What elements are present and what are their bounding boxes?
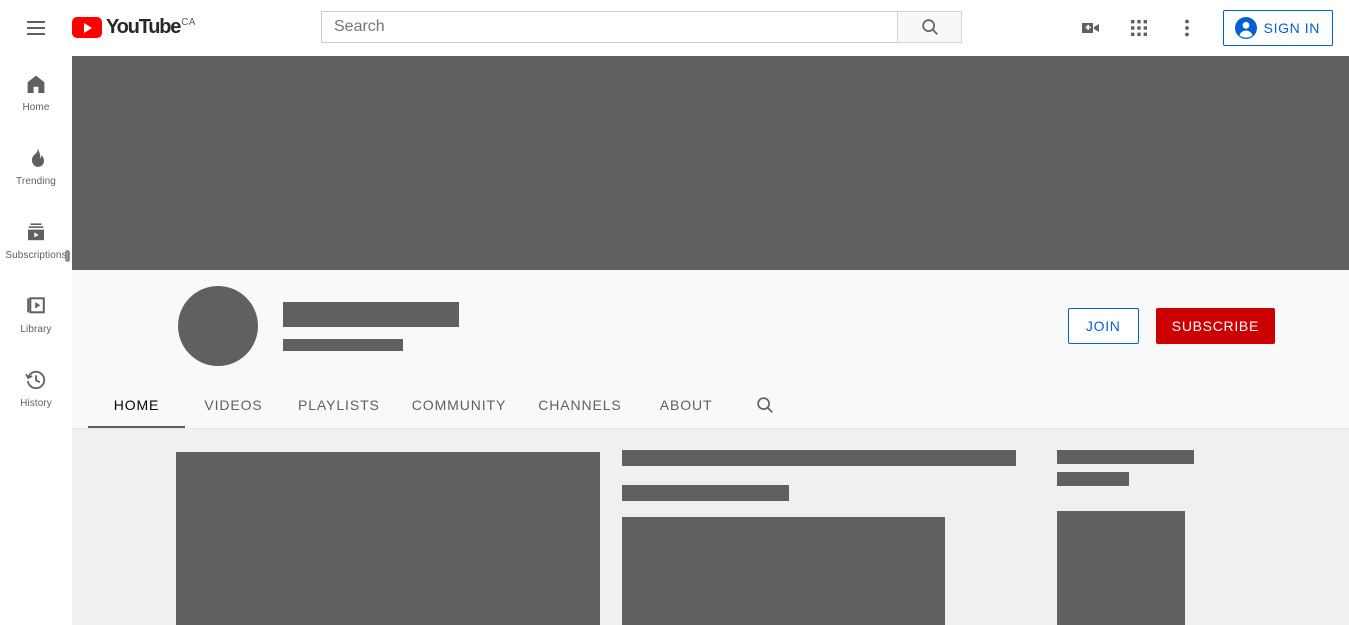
tab-home[interactable]: HOME (88, 382, 185, 428)
middle-thumbnail-placeholder[interactable] (622, 517, 945, 625)
sidebar-item-history[interactable]: History (0, 352, 72, 426)
featured-video-placeholder[interactable] (176, 452, 600, 625)
sidebar-item-trending[interactable]: Trending (0, 130, 72, 204)
middle-line-1-placeholder (622, 450, 1016, 466)
middle-line-2-placeholder (622, 485, 789, 501)
channel-content (72, 429, 1349, 625)
home-icon (24, 72, 48, 96)
tab-community[interactable]: COMMUNITY (396, 382, 522, 428)
subscriptions-icon (24, 220, 48, 244)
sidebar-item-subscriptions[interactable]: Subscriptions (0, 204, 72, 278)
channel-subscribers-placeholder (283, 338, 403, 351)
hamburger-menu-icon[interactable] (16, 8, 56, 48)
library-icon (24, 294, 48, 318)
sidebar-item-label: Home (22, 102, 50, 113)
channel-avatar[interactable] (178, 286, 258, 366)
search-box[interactable] (321, 11, 897, 43)
channel-search-button[interactable] (741, 382, 789, 428)
channel-meta (283, 301, 459, 351)
youtube-country-code: CA (181, 17, 196, 28)
search-icon (757, 397, 773, 413)
youtube-logo[interactable]: YouTube CA (72, 8, 196, 48)
sidebar-scrollbar[interactable] (65, 250, 70, 262)
channel-tabs: HOME VIDEOS PLAYLISTS COMMUNITY CHANNELS… (72, 382, 1349, 429)
account-circle-icon (1234, 16, 1258, 40)
search-container (321, 11, 962, 43)
search-input[interactable] (334, 18, 891, 36)
sidebar-item-label: Subscriptions (5, 250, 67, 261)
search-icon (921, 19, 938, 35)
tab-channels[interactable]: CHANNELS (522, 382, 637, 428)
youtube-apps-button[interactable] (1119, 8, 1159, 48)
sidebar-item-label: Trending (16, 176, 56, 187)
right-line-2-placeholder (1057, 472, 1129, 486)
apps-grid-icon (1130, 20, 1147, 36)
create-video-button[interactable] (1071, 8, 1111, 48)
join-button[interactable]: JOIN (1067, 308, 1139, 344)
hamburger-bar (27, 21, 45, 23)
masthead: YouTube CA Search SIGN IN (0, 0, 1349, 56)
sidebar-item-home[interactable]: Home (0, 56, 72, 130)
sidebar-item-label: Library (20, 324, 52, 335)
right-column (1057, 450, 1257, 625)
sign-in-label: SIGN IN (1263, 20, 1320, 36)
right-thumbnail-placeholder[interactable] (1057, 511, 1185, 625)
tab-playlists[interactable]: PLAYLISTS (282, 382, 396, 428)
masthead-right: SIGN IN (1067, 0, 1349, 56)
youtube-play-icon (72, 17, 102, 38)
channel-header: JOIN SUBSCRIBE (72, 270, 1349, 382)
tab-videos[interactable]: VIDEOS (185, 382, 282, 428)
channel-name-placeholder (283, 301, 459, 327)
search-button[interactable] (897, 11, 962, 43)
hamburger-bar (27, 33, 45, 35)
channel-banner (72, 56, 1349, 270)
channel-page: JOIN SUBSCRIBE HOME VIDEOS PLAYLISTS COM… (72, 56, 1349, 625)
subscribe-button[interactable]: SUBSCRIBE (1155, 308, 1275, 344)
youtube-wordmark: YouTube (106, 16, 181, 38)
history-clock-icon (24, 368, 48, 392)
sign-in-button[interactable]: SIGN IN (1222, 10, 1333, 46)
sidebar-item-library[interactable]: Library (0, 278, 72, 352)
masthead-left: YouTube CA (0, 8, 196, 48)
right-line-1-placeholder (1057, 450, 1194, 464)
middle-column (622, 450, 1022, 625)
channel-actions: JOIN SUBSCRIBE (1067, 308, 1275, 344)
hamburger-bar (27, 27, 45, 29)
more-vertical-icon (1184, 19, 1189, 37)
flame-icon (24, 146, 48, 170)
sidebar-item-label: History (20, 398, 52, 409)
tab-about[interactable]: ABOUT (638, 382, 735, 428)
mini-sidebar: Home Trending Subscriptions Library Hist… (0, 56, 72, 625)
settings-menu-button[interactable] (1167, 8, 1207, 48)
video-camera-plus-icon (1081, 23, 1099, 33)
